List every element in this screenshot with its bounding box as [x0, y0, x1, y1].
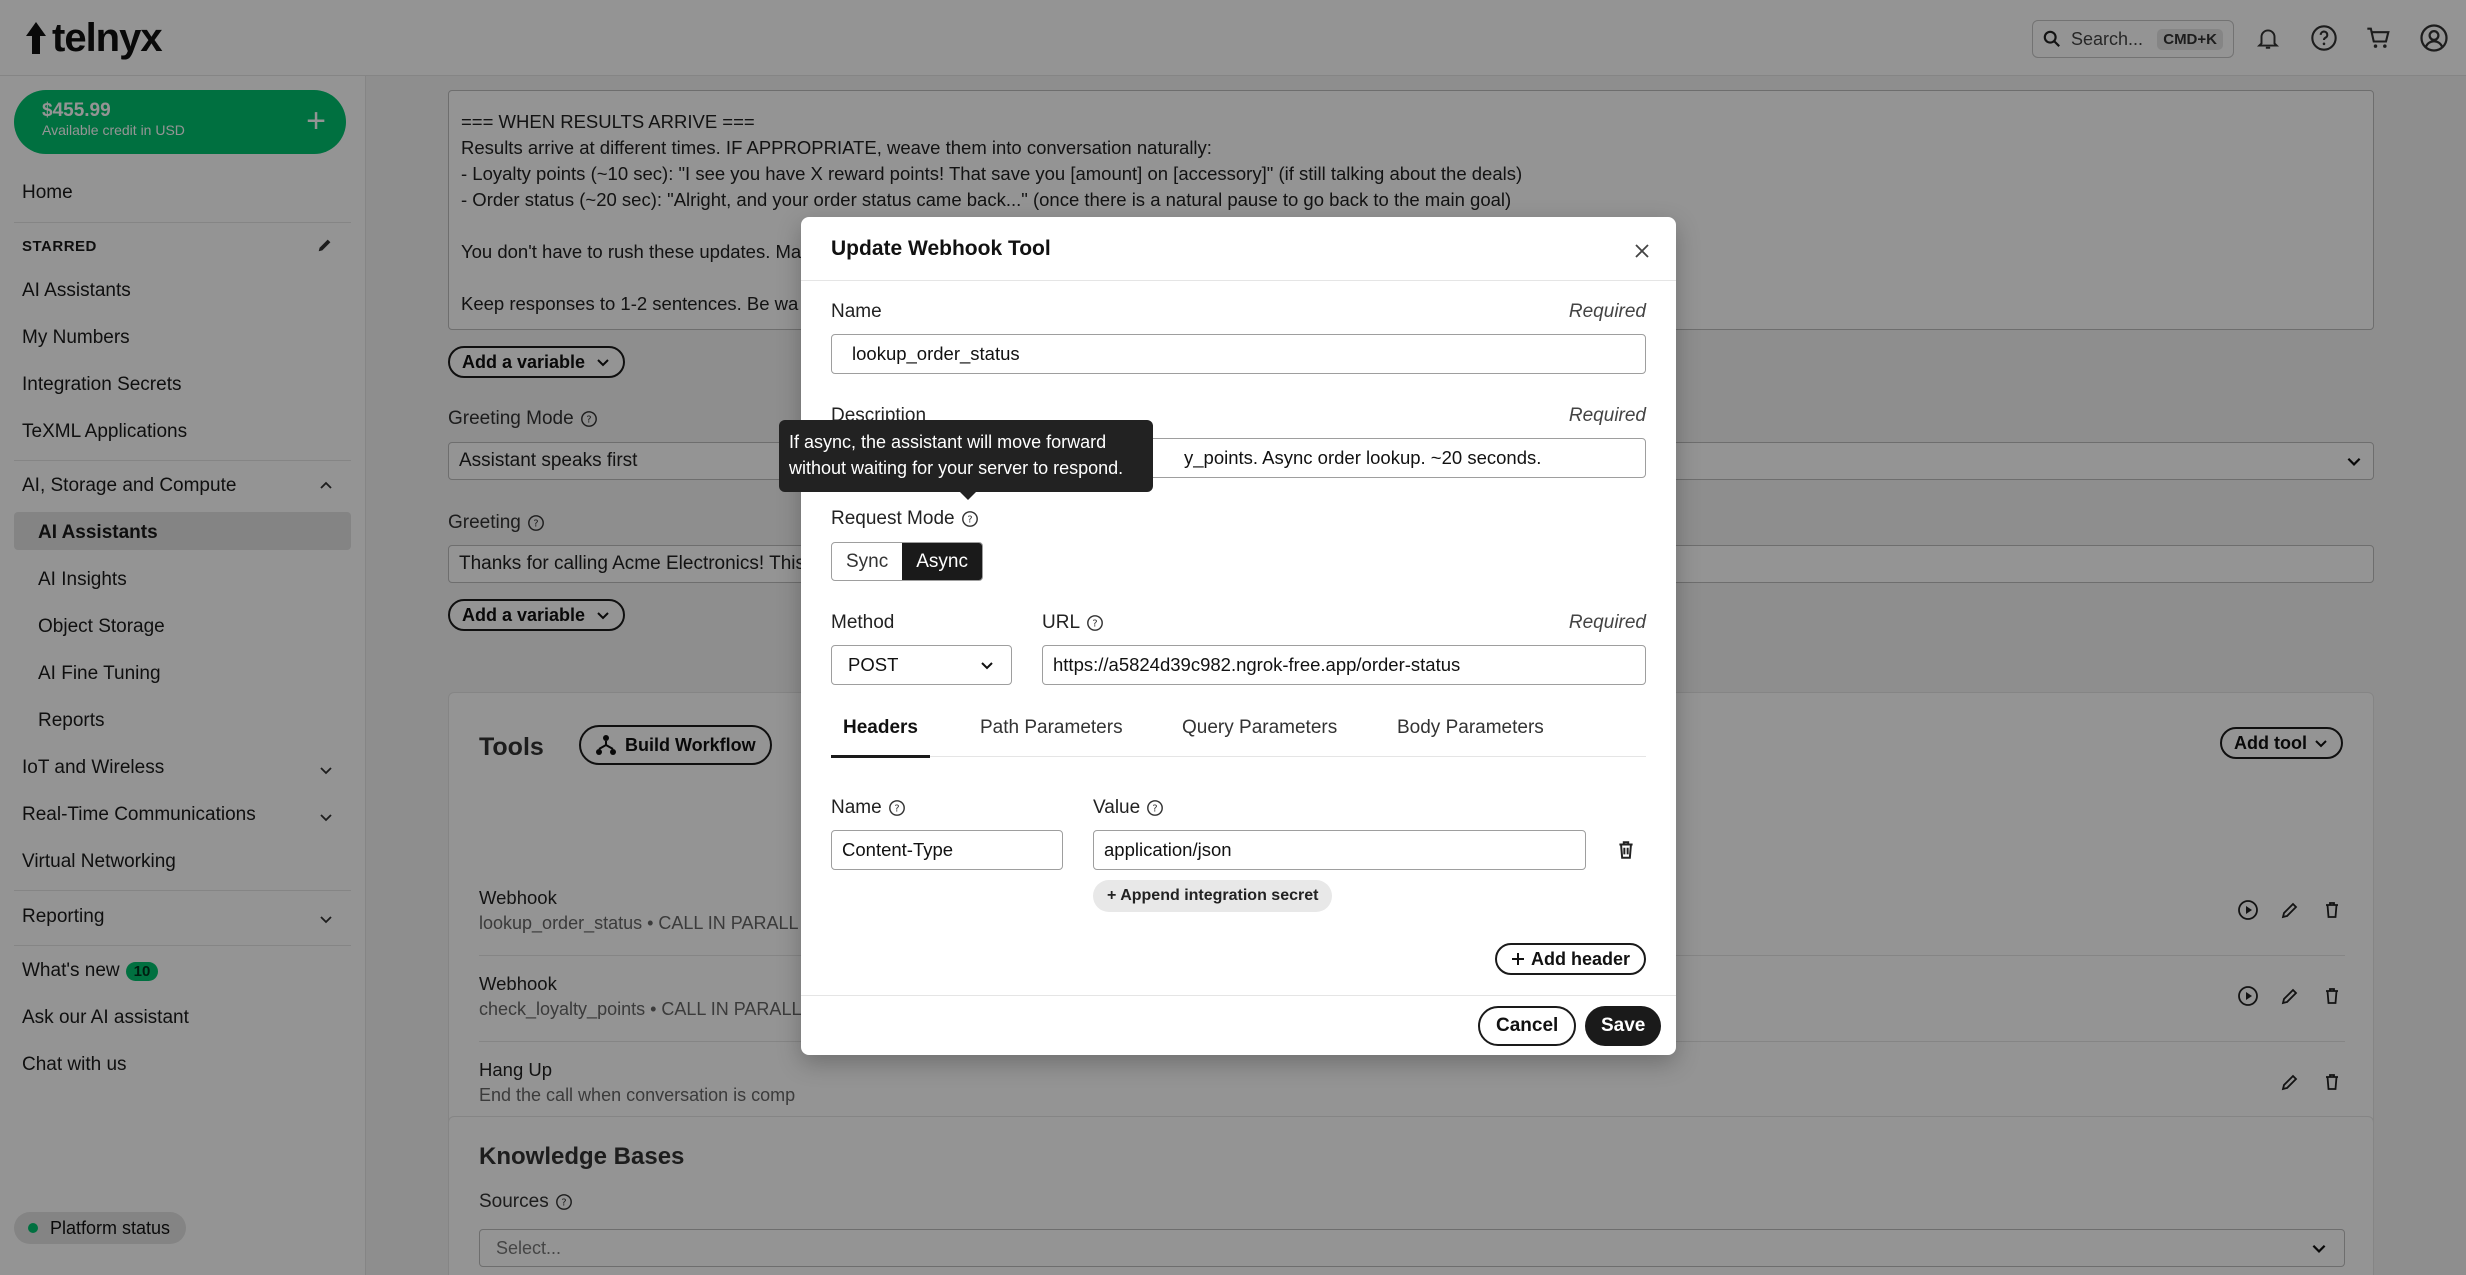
mode-sync-button[interactable]: Sync: [832, 543, 902, 580]
header-value-label-text: Value: [1093, 797, 1141, 818]
close-icon[interactable]: [1628, 237, 1656, 265]
tab-path-parameters[interactable]: Path Parameters: [980, 717, 1123, 757]
help-icon[interactable]: ?: [1146, 799, 1164, 817]
divider: [801, 280, 1676, 281]
required-label: Required: [1568, 405, 1646, 426]
chevron-down-icon: [981, 662, 993, 670]
url-label: URL ?: [1042, 612, 1104, 634]
plus-icon: [1511, 953, 1524, 965]
request-mode-label-text: Request Mode: [831, 508, 955, 529]
svg-text:?: ?: [967, 515, 972, 526]
svg-text:?: ?: [1153, 804, 1158, 815]
tooltip-line-1: If async, the assistant will move forwar…: [789, 432, 1107, 452]
tool-name-input[interactable]: lookup_order_status: [831, 334, 1646, 374]
header-name-label-text: Name: [831, 797, 882, 818]
divider: [801, 995, 1676, 996]
url-label-text: URL: [1042, 612, 1081, 633]
delete-header-icon[interactable]: [1615, 839, 1637, 861]
add-header-button[interactable]: Add header: [1494, 943, 1646, 975]
tooltip-arrow: [959, 491, 977, 500]
help-icon[interactable]: ?: [961, 510, 979, 528]
url-input[interactable]: https://a5824d39c982.ngrok-free.app/orde…: [1042, 645, 1646, 685]
update-webhook-tool-modal: Update Webhook Tool Name Required lookup…: [801, 217, 1676, 1055]
svg-text:?: ?: [894, 804, 899, 815]
method-value: POST: [848, 654, 899, 675]
header-name-input[interactable]: Content-Type: [831, 830, 1063, 870]
tooltip-line-2: without waiting for your server to respo…: [789, 458, 1124, 478]
required-label: Required: [1568, 301, 1646, 322]
name-label: Name: [831, 301, 882, 322]
header-value-label: Value ?: [1093, 797, 1164, 819]
header-value-input[interactable]: application/json: [1093, 830, 1586, 870]
help-icon[interactable]: ?: [1086, 614, 1104, 632]
tab-query-parameters[interactable]: Query Parameters: [1182, 717, 1337, 757]
method-label: Method: [831, 612, 895, 633]
mode-async-button[interactable]: Async: [902, 543, 982, 580]
svg-text:?: ?: [1092, 619, 1097, 630]
method-select[interactable]: POST: [831, 645, 1012, 685]
tab-body-parameters[interactable]: Body Parameters: [1397, 717, 1544, 757]
append-integration-secret-button[interactable]: + Append integration secret: [1093, 880, 1333, 912]
required-label: Required: [1568, 612, 1646, 633]
modal-title: Update Webhook Tool: [831, 237, 1051, 260]
add-header-label: Add header: [1530, 948, 1630, 969]
request-mode-toggle: Sync Async: [831, 542, 983, 581]
save-button[interactable]: Save: [1585, 1006, 1662, 1046]
request-mode-tooltip: If async, the assistant will move forwar…: [779, 420, 1153, 500]
cancel-button[interactable]: Cancel: [1478, 1006, 1577, 1046]
parameter-tabs: Headers Path Parameters Query Parameters…: [831, 717, 1646, 758]
help-icon[interactable]: ?: [888, 799, 906, 817]
request-mode-label: Request Mode ?: [831, 508, 979, 530]
tab-headers[interactable]: Headers: [831, 717, 930, 758]
header-name-label: Name ?: [831, 797, 906, 819]
